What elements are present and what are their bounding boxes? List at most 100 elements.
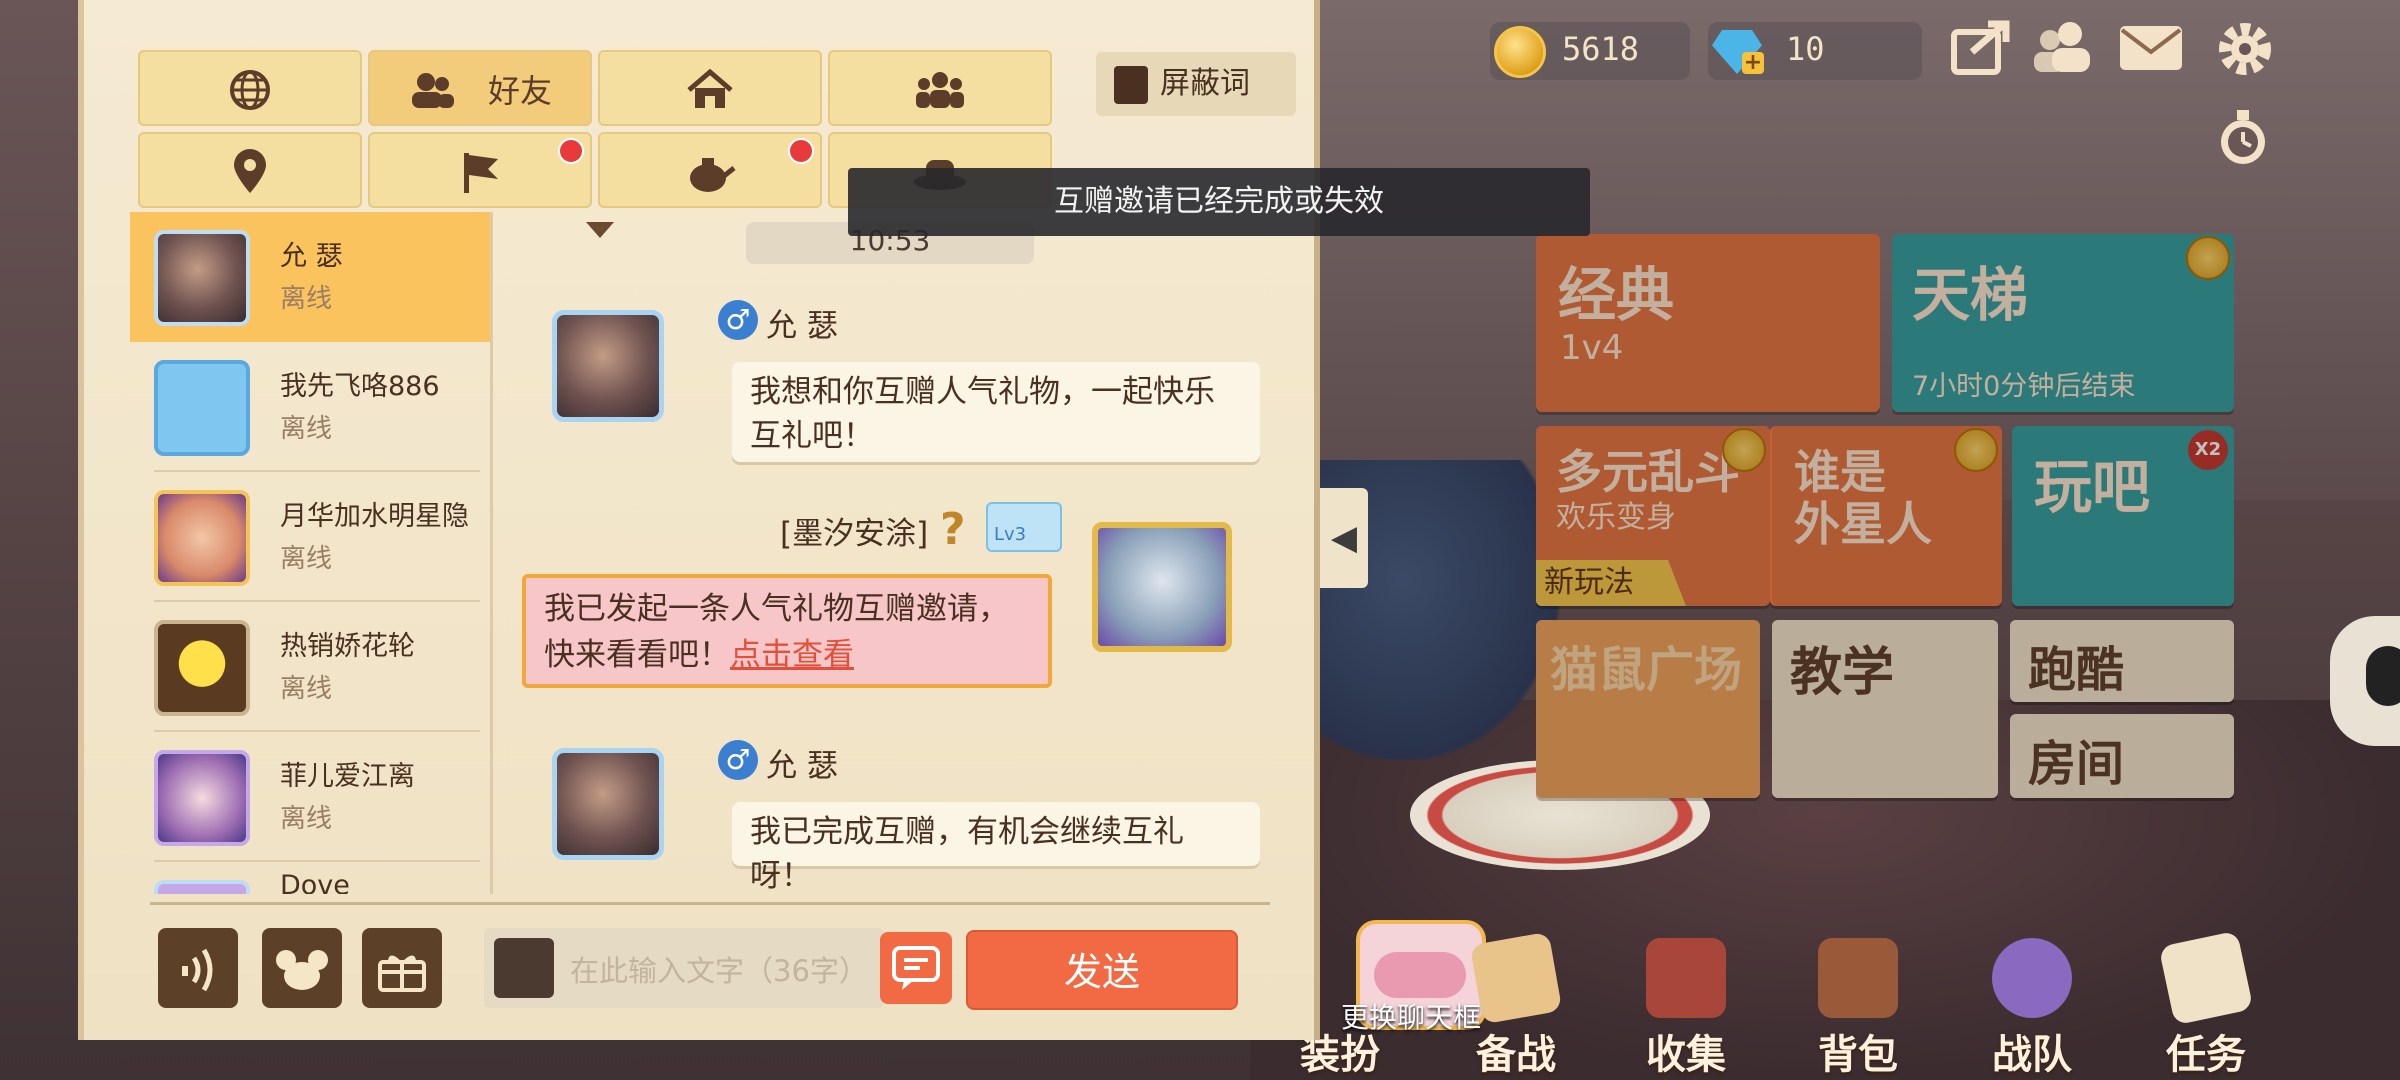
tab-group[interactable] [828,50,1052,126]
nav-label: 背包 [1818,1032,1898,1078]
tab-home[interactable] [598,50,822,126]
globe-icon [230,70,270,110]
voice-button[interactable] [158,928,238,1008]
penguin-icon [2366,646,2400,706]
speech-to-text-icon[interactable] [494,938,554,998]
gift-invite-bubble: 我已发起一条人气礼物互赠邀请，快来看看吧！点击查看 [522,574,1052,688]
mode-subtitle: 1v4 [1560,328,1624,368]
nav-prepare[interactable]: 备战 [1446,930,1586,1078]
gem-value: 10 [1786,30,1825,68]
mode-subtitle: 外星人 [1794,497,1932,551]
tab-nearby[interactable] [138,132,362,208]
mode-card-classic[interactable]: 经典 1v4 [1536,234,1880,412]
add-gem-icon[interactable]: + [1742,52,1764,74]
tab-guild[interactable] [368,132,592,208]
voice-icon [182,948,213,992]
qq-side-button[interactable] [2330,616,2400,746]
teapot-icon [690,158,736,192]
input-divider [150,902,1270,905]
mode-card-tutorial[interactable]: 教学 [1772,620,1998,798]
mode-card-play[interactable]: 玩吧 X2 [2012,426,2234,606]
sender-name: 允 瑟 [766,308,838,344]
level-badge: Lv3 [986,502,1062,552]
chat-bubble: 我已完成互赠，有机会继续互礼呀！ [732,802,1260,894]
avatar [154,620,250,716]
chat-input[interactable]: 在此输入文字（36字） [484,928,884,1008]
backpack-icon [1818,938,1898,1018]
mode-title: 跑酷 [2028,642,2125,698]
mode-card-brawl[interactable]: 多元乱斗 欢乐变身 新玩法 [1536,426,1770,606]
friend-name: 允 瑟 [280,241,343,272]
self-avatar[interactable] [1092,522,1232,652]
notification-dot [788,138,814,164]
share-icon[interactable] [1948,18,2014,80]
friends-icon[interactable] [2030,18,2096,80]
chat-avatar[interactable] [552,310,664,422]
new-mode-tag: 新玩法 [1536,560,1686,606]
help-icon[interactable]: ? [940,504,966,555]
nav-tasks[interactable]: 任务 [2136,930,2276,1078]
tab-world[interactable] [138,50,362,126]
emote-button[interactable] [262,928,342,1008]
friend-status: 离线 [280,804,333,834]
block-list-icon [1114,65,1148,104]
friend-status: 离线 [280,284,333,314]
avatar [154,750,250,846]
flag-icon [464,153,498,193]
mode-title: 玩吧 [2034,453,2151,521]
friend-item[interactable]: 允 瑟 离线 [130,212,490,342]
gift-icon [378,955,426,992]
nav-collection[interactable]: 收集 [1616,930,1756,1078]
settings-icon[interactable] [2212,16,2278,78]
speech-bubble-icon [892,946,940,990]
notification-dot [558,138,584,164]
friend-name: 我先飞咯886 [280,371,440,402]
friend-item[interactable]: 热销娇花轮 离线 [130,602,490,732]
quick-phrase-button[interactable] [880,932,952,1004]
tab-tea[interactable] [598,132,822,208]
send-button[interactable]: 发送 [966,930,1238,1010]
friend-item[interactable]: 菲儿爱江离 离线 [130,732,490,862]
friend-item[interactable]: 我先飞咯886 离线 [130,342,490,472]
view-link[interactable]: 点击查看 [730,637,854,673]
collapse-panel-button[interactable]: ◀ [1320,488,1368,588]
avatar [154,230,250,326]
team-icon [1992,938,2072,1018]
nav-team[interactable]: 战队 [1962,930,2102,1078]
chat-avatar[interactable] [552,748,664,860]
friend-item[interactable]: 月华加水明星隐 离线 [130,472,490,602]
coin-icon [1494,26,1546,78]
mode-subtitle: 7小时0分钟后结束 [1912,371,2136,402]
dropdown-arrow-icon[interactable] [586,222,614,238]
friend-status: 离线 [280,674,333,704]
mode-title: 教学 [1790,643,1895,703]
mode-card-room[interactable]: 房间 [2010,714,2234,798]
tab-label: 好友 [487,72,552,110]
sender-name: 允 瑟 [766,748,838,784]
mode-card-plaza[interactable]: 猫鼠广场 [1536,620,1760,798]
coin-value: 5618 [1562,30,1640,68]
nav-label: 战队 [1992,1032,2072,1078]
mode-card-ladder[interactable]: 天梯 7小时0分钟后结束 [1892,234,2234,412]
male-icon: ♂ [718,740,758,780]
block-words-button[interactable]: 屏蔽词 [1096,52,1296,116]
friend-name: 月华加水明星隐 [280,501,469,532]
friend-list[interactable]: 允 瑟 离线 我先飞咯886 离线 月华加水明星隐 离线 热销娇花轮 离线 菲儿… [130,212,492,894]
friend-item[interactable]: Dove [130,862,490,894]
mode-card-parkour[interactable]: 跑酷 [2010,620,2234,702]
list-divider [490,212,493,894]
friend-name: 热销娇花轮 [280,631,415,662]
mode-title: 房间 [2028,736,2125,792]
mode-title: 猫鼠广场 [1550,642,1743,698]
alarm-clock-icon[interactable] [2210,104,2276,166]
tab-friends[interactable]: 好友 [368,50,592,126]
chat-bubble: 我想和你互赠人气礼物，一起快乐互礼吧！ [732,362,1260,462]
nav-label: 收集 [1646,1032,1726,1078]
group-icon [916,72,964,108]
mode-card-alien[interactable]: 谁是 外星人 [1770,426,2002,606]
gift-button[interactable] [362,928,442,1008]
avatar [154,490,250,586]
nav-backpack[interactable]: 背包 [1788,930,1928,1078]
mail-icon[interactable] [2118,18,2184,80]
male-icon: ♂ [718,300,758,340]
